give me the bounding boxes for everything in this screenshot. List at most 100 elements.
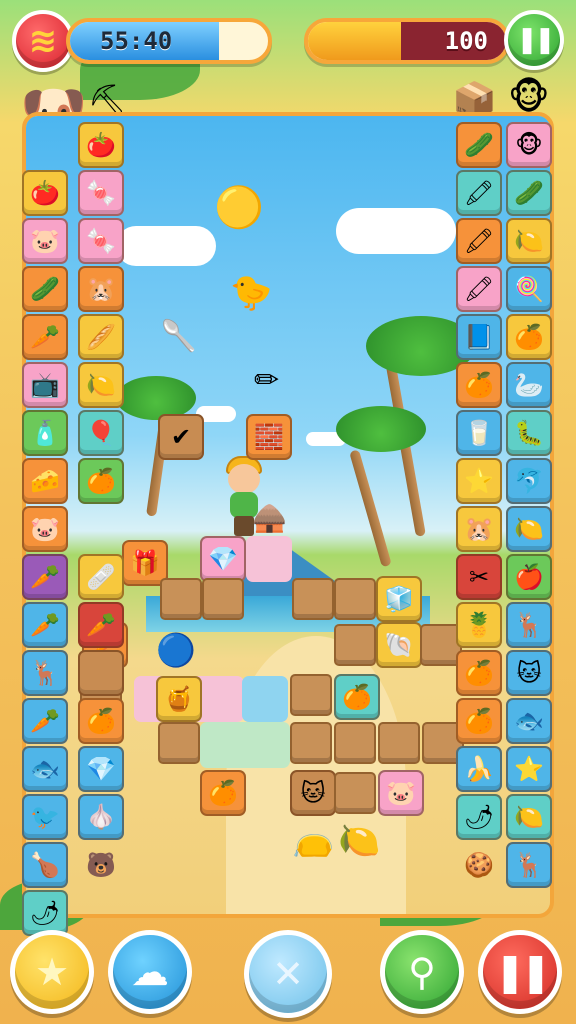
board-tile[interactable]: 🍊 xyxy=(200,770,246,816)
board-tile[interactable] xyxy=(246,536,292,582)
right-column-tile[interactable]: 🥒 xyxy=(506,170,552,216)
star-button[interactable]: ★ xyxy=(10,930,94,1014)
left-column-tile[interactable]: 🍋 xyxy=(78,362,124,408)
pause-icon: ❚❚ xyxy=(516,25,556,55)
ground-block xyxy=(334,578,376,620)
cloud-decoration xyxy=(336,208,456,254)
right-column-tile[interactable]: 🍌 xyxy=(456,746,502,792)
cloud-button[interactable]: ☁ xyxy=(108,930,192,1014)
board-tile[interactable]: 🍯 xyxy=(156,676,202,722)
left-column-tile[interactable]: 🥕 xyxy=(22,602,68,648)
right-column-tile[interactable]: 🐬 xyxy=(506,458,552,504)
right-column-tile[interactable]: 🖍 xyxy=(456,170,502,216)
left-column-tile[interactable]: 📺 xyxy=(22,362,68,408)
ground-block xyxy=(378,722,420,764)
right-column-tile[interactable]: 🐟 xyxy=(506,698,552,744)
right-column-tile[interactable]: 🍍 xyxy=(456,602,502,648)
right-column-tile[interactable]: 🍋 xyxy=(506,794,552,840)
ground-block xyxy=(290,722,332,764)
right-column-tile[interactable]: 🍋 xyxy=(506,506,552,552)
board-tile[interactable]: 🧱 xyxy=(246,414,292,460)
board-tile[interactable]: 🐚 xyxy=(376,622,422,668)
right-column-tile[interactable]: 🍎 xyxy=(506,554,552,600)
left-column-tile[interactable]: 🥕 xyxy=(22,314,68,360)
hut-icon: 🛖 xyxy=(252,501,287,534)
ground-block xyxy=(334,624,376,666)
top-hud: ≋ 55:40 100 ❚❚ xyxy=(0,10,576,72)
left-column-tile[interactable]: 🩹 xyxy=(78,554,124,600)
board-tile[interactable]: ✔ xyxy=(158,414,204,460)
left-column-tile[interactable]: 🧴 xyxy=(22,410,68,456)
left-column-tile[interactable]: 🧀 xyxy=(22,458,68,504)
left-column-tile[interactable] xyxy=(78,650,124,696)
timer-text: 55:40 xyxy=(100,27,173,55)
right-column-tile[interactable]: 🍋 xyxy=(506,218,552,264)
left-column-tile[interactable]: 🍊 xyxy=(78,458,124,504)
left-column-tile[interactable]: 🍅 xyxy=(78,122,124,168)
right-column-tile[interactable]: 🖍 xyxy=(456,266,502,312)
left-column-tile[interactable]: 🐹 xyxy=(78,266,124,312)
right-column-tile[interactable]: 🥛 xyxy=(456,410,502,456)
right-column-tile[interactable]: 🦌 xyxy=(506,842,552,888)
left-column-tile[interactable]: 🐦 xyxy=(22,794,68,840)
right-column-tile[interactable]: 🍊 xyxy=(506,314,552,360)
left-column-tile[interactable]: 💎 xyxy=(78,746,124,792)
left-column-tile[interactable]: 🍅 xyxy=(22,170,68,216)
board-tile[interactable]: 🐷 xyxy=(378,770,424,816)
bird-fruit-icon: 🐤 xyxy=(230,273,273,313)
board-tile[interactable]: 💎 xyxy=(200,536,246,582)
right-column-tile[interactable]: 🍭 xyxy=(506,266,552,312)
left-column-tile[interactable]: 🥕 xyxy=(22,698,68,744)
left-column-tile[interactable]: 🍬 xyxy=(78,170,124,216)
right-column-tile[interactable]: 🦌 xyxy=(506,602,552,648)
menu-logo-button[interactable]: ≋ xyxy=(12,10,74,72)
left-column-tile[interactable]: 🥒 xyxy=(22,266,68,312)
left-column-tile[interactable] xyxy=(78,506,124,552)
ground-block xyxy=(158,722,200,764)
cloud-decoration xyxy=(116,226,216,266)
right-column-tile[interactable]: ✂ xyxy=(456,554,502,600)
right-column-tile[interactable]: 🍊 xyxy=(456,362,502,408)
right-column-tile[interactable]: 📘 xyxy=(456,314,502,360)
pause-button-top[interactable]: ❚❚ xyxy=(504,10,564,70)
left-column-tile[interactable]: 🥕 xyxy=(78,602,124,648)
pause-button-bottom[interactable]: ❚❚ xyxy=(478,930,562,1014)
left-column-tile[interactable]: 🍗 xyxy=(22,842,68,888)
pencil-icon: ✏ xyxy=(254,363,280,398)
board-tile[interactable]: 🐱 xyxy=(290,770,336,816)
search-button[interactable]: ⚲ xyxy=(380,930,464,1014)
left-column-tile[interactable]: 🍬 xyxy=(78,218,124,264)
right-column-tile[interactable]: 🐱 xyxy=(506,650,552,696)
right-column-tile[interactable]: 🍊 xyxy=(456,698,502,744)
right-column-tile[interactable]: 🦢 xyxy=(506,362,552,408)
right-column-tile[interactable]: 🥒 xyxy=(456,122,502,168)
left-column-tile[interactable]: 🧄 xyxy=(78,794,124,840)
board-tile[interactable] xyxy=(242,676,288,722)
right-column-tile[interactable]: 🌶 xyxy=(456,794,502,840)
left-column-tile[interactable]: 🍊 xyxy=(78,698,124,744)
left-column-tile[interactable]: 🥖 xyxy=(78,314,124,360)
left-column-tile[interactable]: 🐻 xyxy=(78,842,124,888)
left-column-tile[interactable]: 🐷 xyxy=(22,218,68,264)
board-tile[interactable]: 🧊 xyxy=(376,576,422,622)
board-tile[interactable] xyxy=(200,722,290,768)
green-bag-icon: 👝 xyxy=(292,819,335,859)
right-column-tile[interactable]: 🍊 xyxy=(456,650,502,696)
score-text: 100 xyxy=(444,27,488,55)
right-column-tile[interactable]: 🐛 xyxy=(506,410,552,456)
left-column-tile[interactable]: 🎈 xyxy=(78,410,124,456)
left-column-tile[interactable]: 🦌 xyxy=(22,650,68,696)
right-column-tile[interactable]: 🍪 xyxy=(456,842,502,888)
board-tile[interactable]: 🍊 xyxy=(334,674,380,720)
left-column-tile[interactable]: 🐷 xyxy=(22,506,68,552)
ground-block xyxy=(334,772,376,814)
left-column-tile[interactable]: 🐟 xyxy=(22,746,68,792)
lemon-icon: 🍋 xyxy=(338,821,381,861)
left-column-tile[interactable]: 🥕 xyxy=(22,554,68,600)
right-column-tile[interactable]: 🐹 xyxy=(456,506,502,552)
right-column-tile[interactable]: ⭐ xyxy=(506,746,552,792)
close-button[interactable]: ✕ xyxy=(244,930,332,1018)
right-column-tile[interactable]: 🐵 xyxy=(506,122,552,168)
right-column-tile[interactable]: 🖍 xyxy=(456,218,502,264)
right-column-tile[interactable]: ⭐ xyxy=(456,458,502,504)
